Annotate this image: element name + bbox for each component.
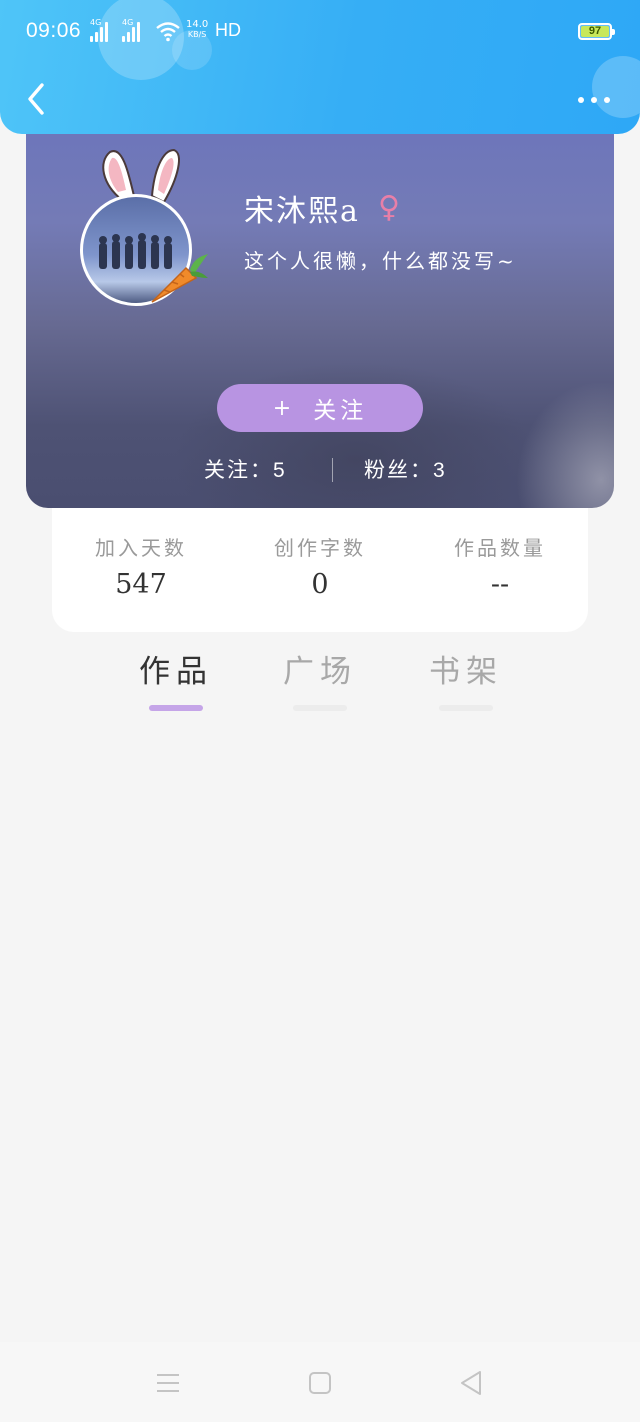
tab-indicator	[293, 705, 347, 711]
stat-join-days: 加入天数 547	[66, 532, 216, 600]
hd-indicator: HD	[215, 20, 241, 40]
stats-card: 加入天数 547 创作字数 0 作品数量 --	[52, 508, 588, 632]
menu-icon[interactable]	[155, 1370, 181, 1396]
chevron-left-icon[interactable]	[22, 80, 52, 118]
tab-bookshelf[interactable]: 书架	[406, 646, 526, 711]
username: 宋沐熙a	[244, 194, 360, 229]
network-type-label: 4G	[90, 18, 102, 27]
female-gender-icon: ♀	[378, 190, 400, 225]
stat-word-count: 创作字数 0	[245, 532, 395, 600]
back-triangle-icon[interactable]	[458, 1370, 484, 1396]
follow-button[interactable]: + 关注	[217, 384, 423, 432]
profile-banner: 宋沐熙a ♀ 这个人很懒，什么都没写~ + 关注 关注：5 粉丝：3	[26, 100, 614, 508]
cell-signal-icon: 4G	[90, 18, 108, 42]
carrot-icon	[151, 254, 208, 303]
user-bio: 这个人很懒，什么都没写~	[244, 249, 517, 273]
tab-indicator	[439, 705, 493, 711]
net-speed: 14.0 KB/S	[186, 20, 208, 40]
stat-value: --	[490, 569, 510, 600]
following-count[interactable]: 关注：5	[204, 454, 287, 484]
fans-label: 粉丝	[364, 458, 410, 482]
stat-value: 0	[311, 569, 329, 600]
wifi-icon	[156, 22, 180, 42]
top-header: 09:06 4G 4G 14.0 KB/S HD 97	[0, 0, 640, 134]
stat-value: 547	[115, 569, 167, 600]
plus-icon: +	[272, 395, 296, 421]
battery-icon: 97	[578, 23, 615, 40]
status-time: 09:06	[26, 19, 82, 42]
system-nav-bar	[0, 1342, 640, 1422]
stat-works-count: 作品数量 --	[425, 532, 575, 600]
divider	[332, 458, 333, 482]
stat-label: 创作字数	[274, 536, 366, 560]
battery-level: 97	[581, 26, 609, 37]
net-speed-unit: KB/S	[187, 30, 207, 39]
tab-square[interactable]: 广场	[260, 646, 380, 711]
net-speed-value: 14.0	[186, 19, 209, 30]
avatar-frame[interactable]	[78, 144, 208, 306]
separator: ：	[250, 458, 273, 482]
follow-button-label: 关注	[313, 398, 368, 424]
following-label: 关注	[204, 458, 250, 482]
tab-label: 广场	[283, 654, 357, 690]
fans-count[interactable]: 粉丝：3	[364, 454, 447, 484]
fans-value: 3	[433, 459, 447, 482]
stat-label: 加入天数	[95, 536, 187, 560]
more-dots-icon[interactable]	[574, 90, 614, 110]
tab-label: 书架	[429, 654, 503, 690]
tab-works[interactable]: 作品	[116, 646, 236, 711]
stat-label: 作品数量	[454, 536, 546, 560]
cell-signal-icon: 4G	[122, 18, 140, 42]
following-value: 5	[273, 459, 287, 482]
separator: ：	[410, 458, 433, 482]
home-square-icon[interactable]	[307, 1370, 333, 1396]
tab-label: 作品	[139, 654, 213, 690]
network-type-label: 4G	[122, 18, 134, 27]
tab-indicator	[149, 705, 203, 711]
